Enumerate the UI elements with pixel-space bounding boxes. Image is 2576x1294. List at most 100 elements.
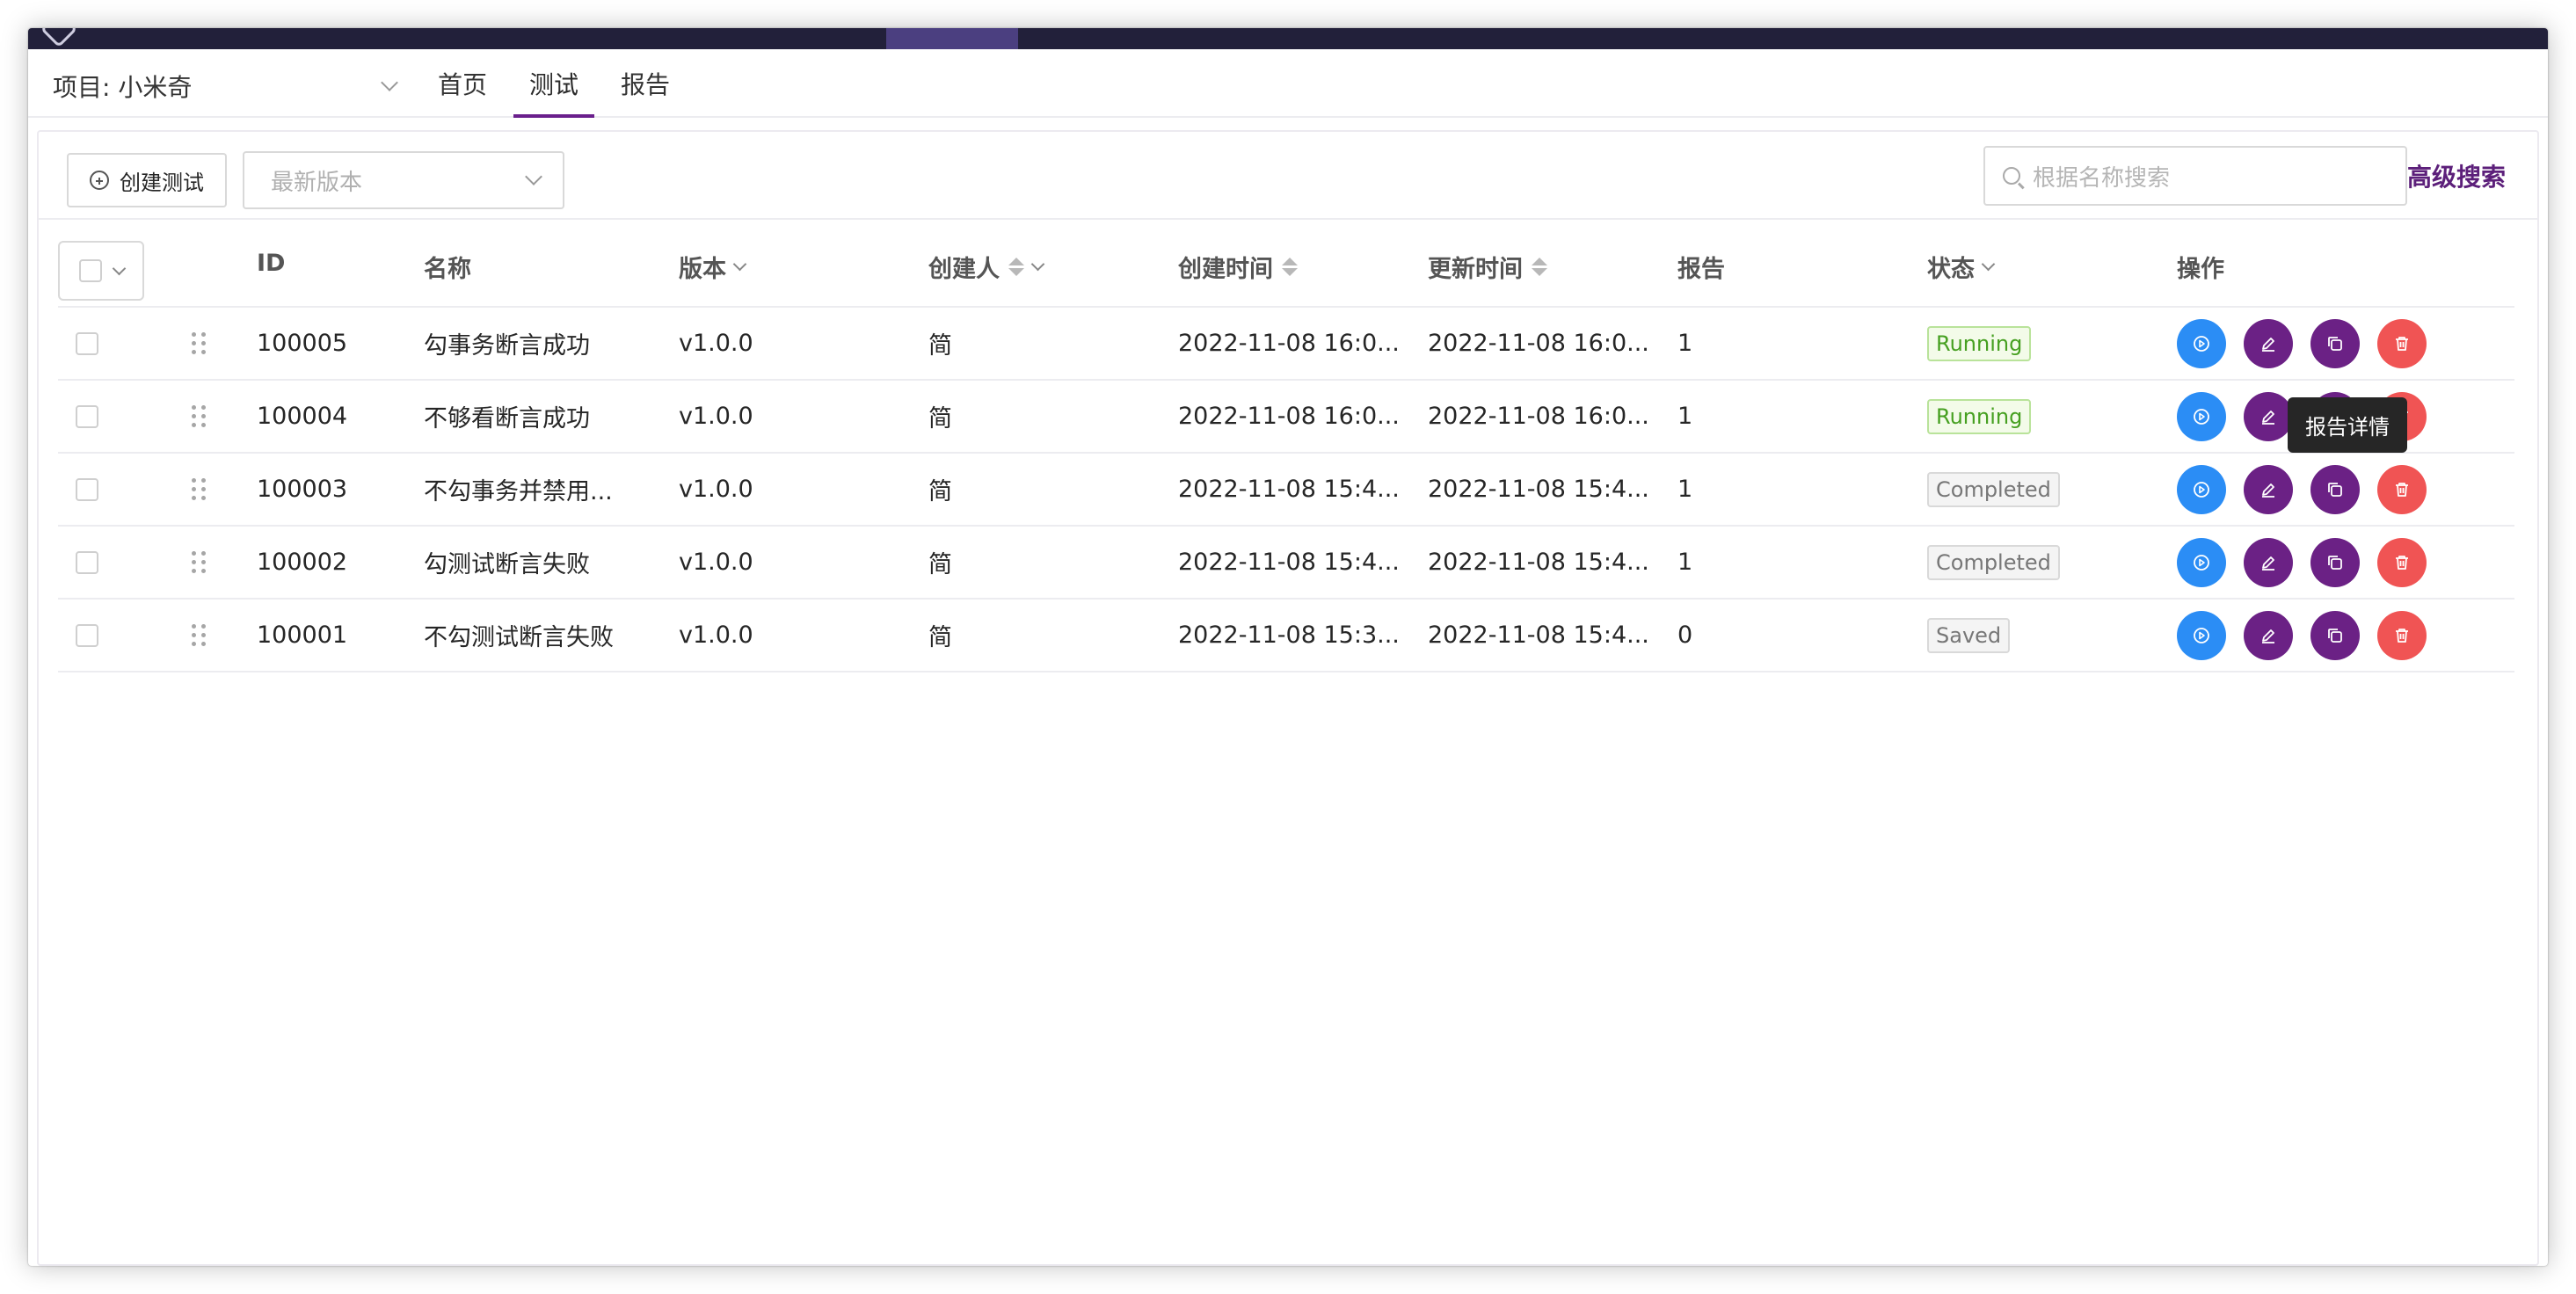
- active-nav-indicator: [886, 28, 1018, 49]
- project-selector[interactable]: 项目: 小米奇: [53, 69, 398, 104]
- column-version[interactable]: 版本: [679, 250, 747, 284]
- trash-icon: [2396, 336, 2408, 351]
- filter-chevron-icon[interactable]: [1981, 257, 1996, 272]
- row-reports: 0: [1677, 622, 1693, 649]
- edit-button[interactable]: [2244, 464, 2293, 514]
- project-header: 项目: 小米奇 首页 测试 报告: [28, 49, 2548, 118]
- search-input[interactable]: 根据名称搜索: [1983, 146, 2407, 206]
- copy-button[interactable]: [2310, 610, 2360, 660]
- table-row: 100004 不够看断言成功 v1.0.0 简 2022-11-08 16:0.…: [58, 381, 2514, 454]
- run-button[interactable]: [2177, 318, 2226, 368]
- status-badge: Completed: [1927, 471, 2060, 507]
- delete-button[interactable]: [2377, 318, 2427, 368]
- row-version: v1.0.0: [679, 622, 753, 649]
- table-row: 100005 勾事务断言成功 v1.0.0 简 2022-11-08 16:0.…: [58, 308, 2514, 381]
- select-all-dropdown[interactable]: [58, 241, 144, 301]
- row-name[interactable]: 勾事务断言成功: [424, 308, 590, 379]
- row-created-at: 2022-11-08 15:4...: [1178, 476, 1400, 503]
- column-actions-label: 操作: [2177, 256, 2224, 283]
- drag-handle-icon[interactable]: [192, 308, 206, 379]
- delete-button[interactable]: [2377, 537, 2427, 587]
- version-placeholder: 最新版本: [271, 169, 363, 196]
- pencil-icon: [2262, 556, 2274, 571]
- run-button[interactable]: [2177, 537, 2226, 587]
- version-select[interactable]: 最新版本: [243, 151, 564, 209]
- tab-tests[interactable]: 测试: [513, 49, 595, 118]
- tab-reports[interactable]: 报告: [605, 49, 686, 118]
- row-checkbox-cell: [76, 600, 98, 671]
- run-button[interactable]: [2177, 464, 2226, 514]
- row-name[interactable]: 不勾事务并禁用...: [424, 454, 613, 525]
- chevron-down-icon: [112, 261, 126, 275]
- drag-handle-icon[interactable]: [192, 527, 206, 598]
- row-updated-at: 2022-11-08 15:4...: [1428, 549, 1649, 576]
- status-badge: Completed: [1927, 544, 2060, 580]
- row-checkbox[interactable]: [76, 550, 98, 574]
- column-status-label: 状态: [1927, 256, 1975, 283]
- column-actions: 操作: [2177, 250, 2224, 284]
- row-checkbox[interactable]: [76, 404, 98, 428]
- row-actions: [2177, 308, 2427, 379]
- column-version-label: 版本: [679, 256, 726, 283]
- row-checkbox[interactable]: [76, 623, 98, 647]
- row-reports: 1: [1677, 476, 1693, 503]
- edit-button[interactable]: [2244, 610, 2293, 660]
- copy-button[interactable]: [2310, 464, 2360, 514]
- create-test-button[interactable]: 创建测试: [67, 153, 227, 207]
- sort-icon[interactable]: [1008, 258, 1024, 276]
- column-status[interactable]: 状态: [1927, 250, 1996, 284]
- advanced-search-link[interactable]: 高级搜索: [2407, 158, 2506, 193]
- run-button[interactable]: [2177, 610, 2226, 660]
- drag-handle-icon[interactable]: [192, 381, 206, 452]
- search-placeholder: 根据名称搜索: [2033, 164, 2171, 192]
- column-updated-at[interactable]: 更新时间: [1428, 250, 1547, 284]
- play-circle-icon: [2194, 408, 2209, 425]
- drag-handle-icon[interactable]: [192, 454, 206, 525]
- edit-button[interactable]: [2244, 318, 2293, 368]
- row-checkbox[interactable]: [76, 477, 98, 501]
- row-name[interactable]: 不够看断言成功: [424, 381, 590, 452]
- select-all-checkbox[interactable]: [78, 259, 102, 282]
- column-created-at[interactable]: 创建时间: [1178, 250, 1298, 284]
- row-checkbox[interactable]: [76, 331, 98, 355]
- row-updated-at: 2022-11-08 16:0...: [1428, 403, 1649, 430]
- row-updated-at: 2022-11-08 15:4...: [1428, 476, 1649, 503]
- row-updated-at: 2022-11-08 15:4...: [1428, 622, 1649, 649]
- delete-button[interactable]: [2377, 464, 2427, 514]
- sort-icon[interactable]: [1532, 258, 1547, 276]
- column-reports-label: 报告: [1677, 256, 1725, 283]
- filter-chevron-icon[interactable]: [1030, 257, 1045, 272]
- row-actions: [2177, 454, 2427, 525]
- row-version: v1.0.0: [679, 403, 753, 430]
- row-creator: 简: [928, 332, 952, 360]
- filter-chevron-icon[interactable]: [732, 257, 747, 272]
- copy-button[interactable]: [2310, 318, 2360, 368]
- run-button[interactable]: [2177, 391, 2226, 441]
- app-logo-icon: [40, 28, 78, 48]
- report-details-tooltip: 报告详情: [2288, 397, 2407, 453]
- column-creator[interactable]: 创建人: [928, 250, 1045, 284]
- edit-button[interactable]: [2244, 391, 2293, 441]
- column-reports: 报告: [1677, 250, 1725, 284]
- row-status-cell: Saved: [1927, 600, 2011, 671]
- edit-button[interactable]: [2244, 537, 2293, 587]
- row-creator: 简: [928, 551, 952, 578]
- row-actions: [2177, 600, 2427, 671]
- tab-home[interactable]: 首页: [422, 49, 503, 118]
- app-window: 项目: 小米奇 首页 测试 报告 创建测试 最新版本 根据名称搜索 高级搜索 I…: [28, 28, 2548, 1266]
- row-version: v1.0.0: [679, 330, 753, 357]
- row-creator: 简: [928, 405, 952, 433]
- row-checkbox-cell: [76, 454, 98, 525]
- drag-handle-icon[interactable]: [192, 600, 206, 671]
- table-row: 100002 勾测试断言失败 v1.0.0 简 2022-11-08 15:4.…: [58, 527, 2514, 600]
- tests-panel: 创建测试 最新版本 根据名称搜索 高级搜索 ID 名称 版本 创建人 创建时间 …: [37, 130, 2539, 1266]
- chevron-down-icon: [381, 74, 398, 91]
- row-name[interactable]: 勾测试断言失败: [424, 527, 590, 598]
- sort-icon[interactable]: [1282, 258, 1298, 276]
- row-name[interactable]: 不勾测试断言失败: [424, 600, 614, 671]
- status-badge: Running: [1927, 398, 2032, 434]
- delete-button[interactable]: [2377, 610, 2427, 660]
- row-updated-at: 2022-11-08 16:0...: [1428, 330, 1649, 357]
- row-reports: 1: [1677, 549, 1693, 576]
- copy-button[interactable]: [2310, 537, 2360, 587]
